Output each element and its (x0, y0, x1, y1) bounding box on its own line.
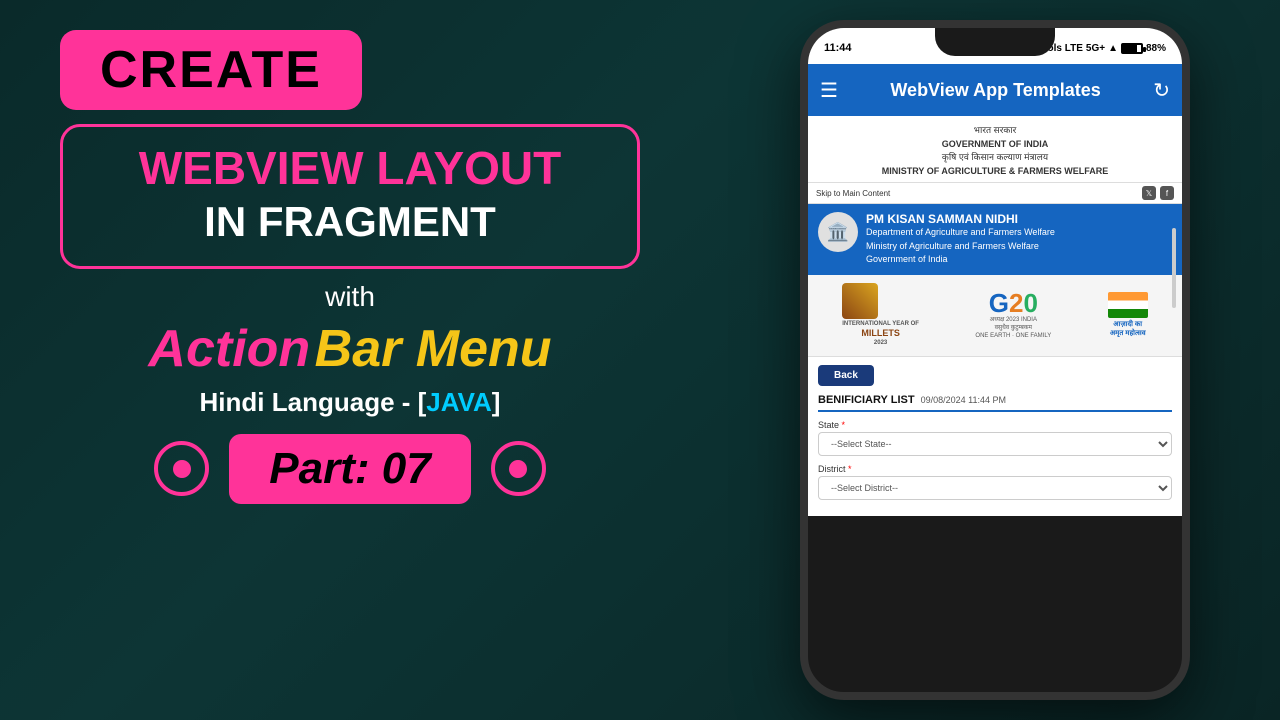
with-text: with (60, 281, 640, 313)
status-time: 11:44 (824, 42, 852, 54)
5g-signal: 5G+ (1086, 43, 1105, 54)
state-form-group: State * --Select State-- (818, 420, 1172, 456)
part-section: Part: 07 (60, 434, 640, 504)
azadi-text: आज़ादी काअमृत महोत्सव (1108, 320, 1148, 338)
bar-menu-text: Bar Menu (315, 320, 552, 378)
pm-dept3: Government of India (866, 253, 1055, 267)
district-required: * (848, 464, 852, 474)
benef-date: 09/08/2024 11:44 PM (921, 395, 1006, 405)
phone-notch (935, 28, 1055, 56)
action-bar-menu: Action Bar Menu (60, 319, 640, 379)
create-label: CREATE (100, 41, 322, 99)
district-select[interactable]: --Select District-- (818, 476, 1172, 500)
facebook-icon[interactable]: f (1160, 186, 1174, 200)
gov-line-2: GOVERNMENT OF INDIA (812, 138, 1178, 152)
phone-container: 11:44 Vols LTE 5G+ ▲ 88% ☰ WebView App T… (800, 20, 1200, 700)
status-right: Vols LTE 5G+ ▲ 88% (1042, 43, 1166, 54)
refresh-icon[interactable]: ↻ (1153, 78, 1170, 103)
action-text: Action (148, 320, 310, 378)
social-icons: 𝕏 f (1142, 186, 1174, 200)
hindi-java-text: Hindi Language - [JAVA] (60, 387, 640, 418)
g20-text: G20 (975, 290, 1051, 316)
java-text: JAVA (426, 387, 492, 417)
gov-line-4: MINISTRY OF AGRICULTURE & FARMERS WELFAR… (812, 165, 1178, 179)
app-bar-title: WebView App Templates (848, 80, 1143, 101)
pm-dept1: Department of Agriculture and Farmers We… (866, 226, 1055, 240)
pm-kisan-title: PM KISAN SAMMAN NIDHI (866, 212, 1055, 226)
gov-hindi-3: कृषि एवं किसान कल्याण मंत्रालय (812, 151, 1178, 165)
app-bar: ☰ WebView App Templates ↻ (808, 64, 1182, 116)
benef-title-text: BENIFICIARY LIST (818, 394, 915, 406)
millets-img (842, 283, 878, 319)
in-fragment-text: IN FRAGMENT (93, 198, 607, 246)
skip-text[interactable]: Skip to Main Content (816, 189, 890, 198)
g20-logo: G20 अध्यक्ष 2023 INDIAवसुधैव कुटुम्बकमON… (975, 290, 1051, 341)
web-content: भारत सरकार GOVERNMENT OF INDIA कृषि एवं … (808, 116, 1182, 516)
district-form-group: District * --Select District-- (818, 464, 1172, 500)
pm-kisan-header: 🏛️ PM KISAN SAMMAN NIDHI Department of A… (808, 204, 1182, 275)
part-label: Part: 07 (269, 444, 430, 493)
millets-logo: INTERNATIONAL YEAR OFMILLETS2023 (842, 283, 919, 348)
main-box: WEBVIEW LAYOUT IN FRAGMENT (60, 124, 640, 269)
gov-header: भारत सरकार GOVERNMENT OF INDIA कृषि एवं … (808, 116, 1182, 183)
logos-section: INTERNATIONAL YEAR OFMILLETS2023 G20 अध्… (808, 275, 1182, 357)
battery-fill (1123, 45, 1137, 52)
pm-dept2: Ministry of Agriculture and Farmers Welf… (866, 240, 1055, 254)
state-label: State * (818, 420, 1172, 430)
left-panel: CREATE WEBVIEW LAYOUT IN FRAGMENT with A… (60, 30, 640, 504)
circle-right (491, 441, 546, 496)
battery-icon (1121, 43, 1143, 54)
webview-layout-text: WEBVIEW LAYOUT (93, 143, 607, 194)
back-button[interactable]: Back (818, 365, 874, 386)
gov-hindi-1: भारत सरकार (812, 124, 1178, 138)
district-label: District * (818, 464, 1172, 474)
g20-subtitle: अध्यक्ष 2023 INDIAवसुधैव कुटुम्बकमONE EA… (975, 316, 1051, 341)
state-select[interactable]: --Select State-- (818, 432, 1172, 456)
twitter-icon[interactable]: 𝕏 (1142, 186, 1156, 200)
azadi-flag (1108, 292, 1148, 318)
circle-inner-right (509, 460, 527, 478)
battery-pct: 88% (1146, 43, 1166, 54)
create-badge: CREATE (60, 30, 362, 110)
azadi-logo: आज़ादी काअमृत महोत्सव (1108, 292, 1148, 338)
part-badge: Part: 07 (229, 434, 470, 504)
signal-bars: ▲ (1108, 43, 1118, 54)
state-required: * (842, 420, 846, 430)
millets-text: INTERNATIONAL YEAR OFMILLETS2023 (842, 321, 919, 348)
circle-left (154, 441, 209, 496)
circle-inner-left (173, 460, 191, 478)
emblem-icon: 🏛️ (818, 212, 858, 252)
skip-bar: Skip to Main Content 𝕏 f (808, 183, 1182, 204)
phone-scrollbar[interactable] (1172, 228, 1176, 308)
phone-body: 11:44 Vols LTE 5G+ ▲ 88% ☰ WebView App T… (800, 20, 1190, 700)
benef-title-row: BENIFICIARY LIST 09/08/2024 11:44 PM (818, 394, 1172, 412)
hamburger-icon[interactable]: ☰ (820, 78, 838, 103)
pm-kisan-text-block: PM KISAN SAMMAN NIDHI Department of Agri… (866, 212, 1055, 267)
beneficiary-section: Back BENIFICIARY LIST 09/08/2024 11:44 P… (808, 357, 1182, 516)
